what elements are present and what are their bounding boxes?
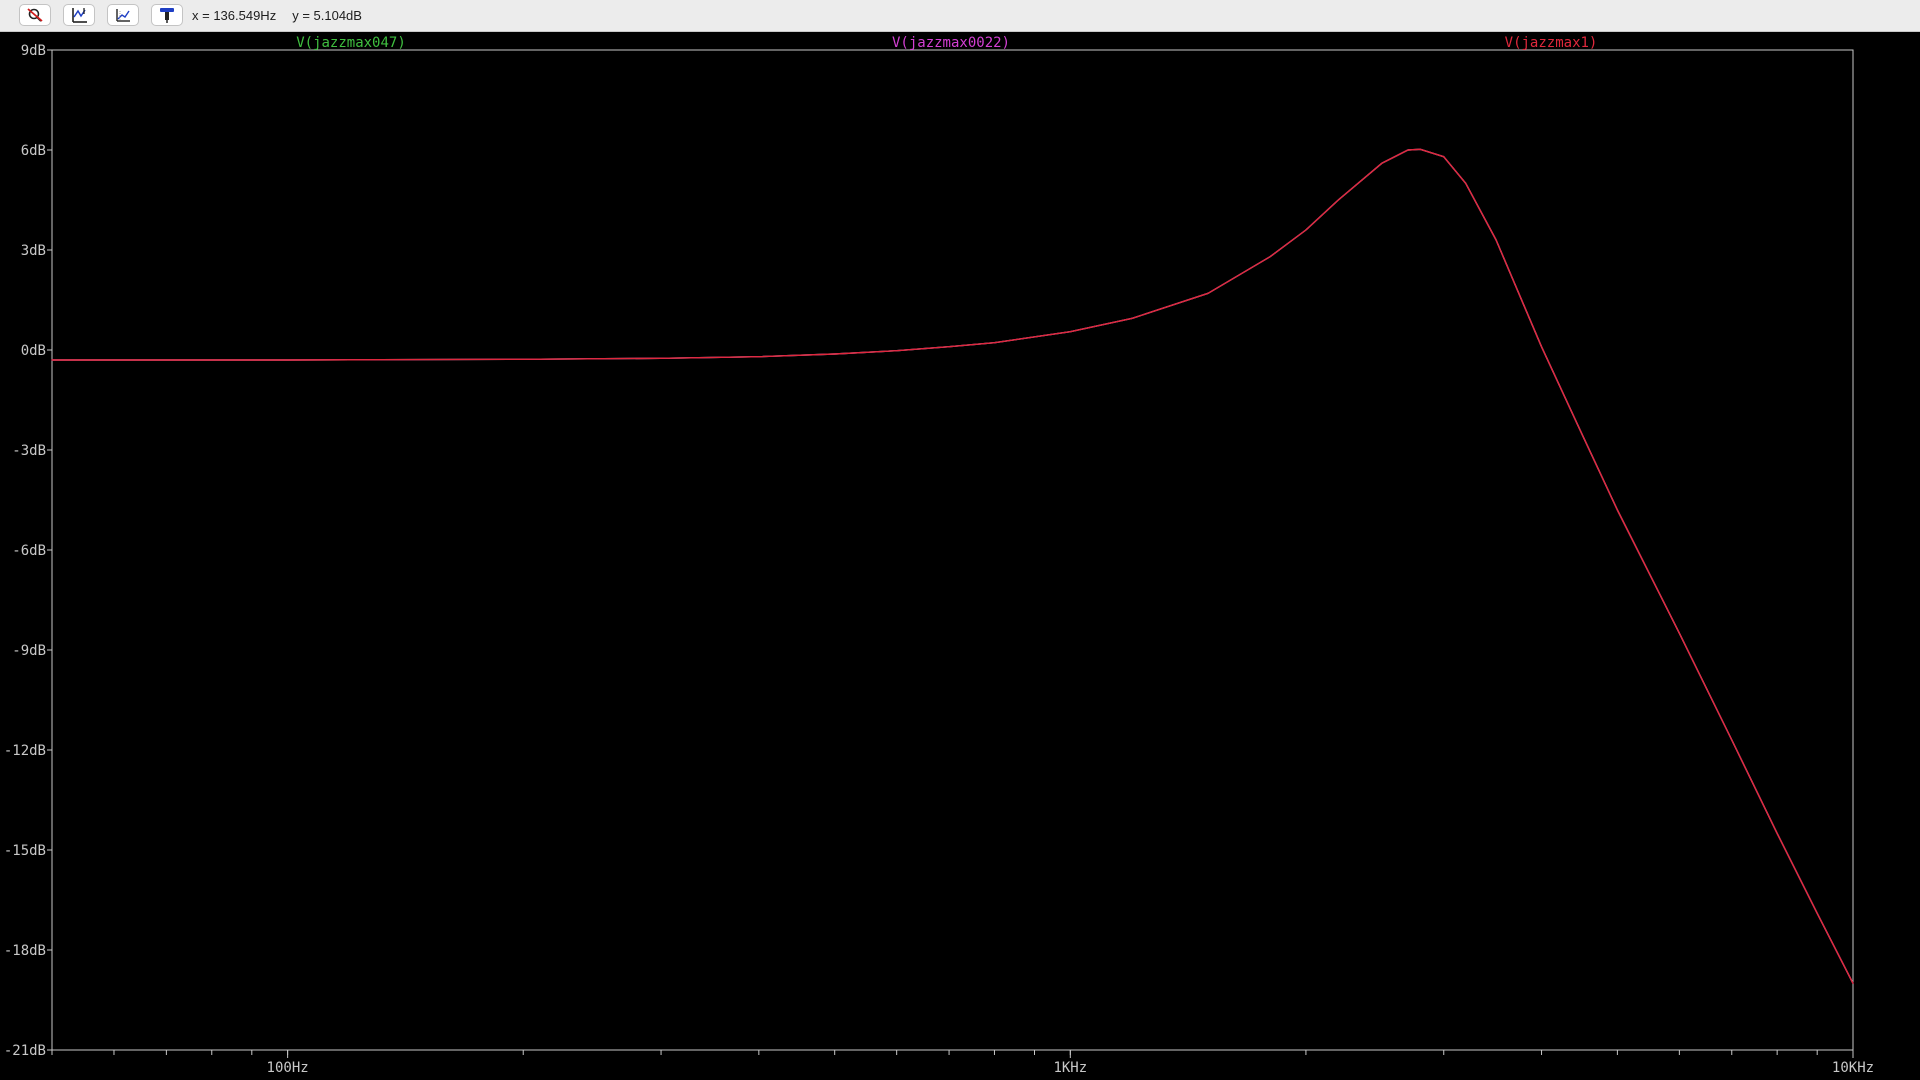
x-tick-label: 100Hz	[267, 1060, 309, 1076]
grid-icon	[116, 9, 130, 22]
series-line-v-jazzmax1	[51, 148, 1854, 984]
cursor-readout: x = 136.549Hz y = 5.104dB	[192, 8, 378, 23]
y-tick-label: -15dB	[4, 843, 46, 859]
x-tick-label: 10KHz	[1832, 1060, 1874, 1076]
y-tick-label: -21dB	[4, 1043, 46, 1059]
y-tick-label: -18dB	[4, 943, 46, 959]
zoom-cancel-button[interactable]	[19, 4, 51, 26]
cursor-y-readout: y = 5.104dB	[292, 8, 362, 23]
zoom-cancel-icon	[27, 8, 43, 22]
toolbar: x = 136.549Hz y = 5.104dB	[0, 0, 1920, 32]
autorange-button[interactable]	[63, 4, 95, 26]
autorange-icon	[72, 8, 87, 23]
bode-plot[interactable]: 9dB 6dB 3dB 0dB -3dB -6dB -9dB -12dB -15dB -18dB -…	[0, 32, 1920, 1080]
probe-button[interactable]	[151, 4, 183, 26]
series-line-v-jazzmax0022	[51, 148, 1854, 984]
y-tick-label: 9dB	[21, 43, 46, 59]
legend-entry[interactable]: V(jazzmax047)	[296, 35, 406, 51]
series-line-v-jazzmax047	[51, 148, 1854, 984]
y-tick-label: 0dB	[21, 343, 46, 359]
y-tick-label: 6dB	[21, 143, 46, 159]
y-tick-label: -9dB	[12, 643, 46, 659]
legend-entry[interactable]: V(jazzmax0022)	[892, 35, 1010, 51]
y-tick-label: -12dB	[4, 743, 46, 759]
plot-frame	[51, 49, 1854, 1051]
probe-icon	[160, 8, 174, 23]
legend-entry[interactable]: V(jazzmax1)	[1505, 35, 1598, 51]
cursor-x-readout: x = 136.549Hz	[192, 8, 277, 23]
y-tick-label: 3dB	[21, 243, 46, 259]
y-tick-label: -6dB	[12, 543, 46, 559]
grid-button[interactable]	[107, 4, 139, 26]
x-tick-label: 1KHz	[1053, 1060, 1087, 1076]
y-tick-label: -3dB	[12, 443, 46, 459]
